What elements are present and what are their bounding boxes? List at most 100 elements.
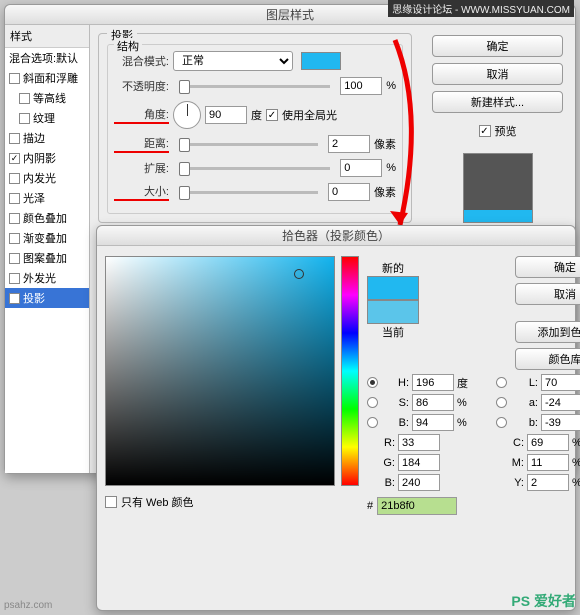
add-swatch-button[interactable]: 添加到色板 — [515, 321, 580, 343]
style-checkbox[interactable] — [9, 273, 20, 284]
color-picker-window: 拾色器（投影颜色） 只有 Web 颜色 新的 当前 确定 — [96, 225, 576, 611]
style-checkbox[interactable] — [19, 93, 30, 104]
style-item-5[interactable]: 内发光 — [5, 168, 89, 188]
a-radio[interactable] — [496, 397, 507, 408]
style-item-9[interactable]: 图案叠加 — [5, 248, 89, 268]
angle-input[interactable] — [205, 106, 247, 124]
a-input[interactable] — [541, 394, 580, 411]
picker-ok-button[interactable]: 确定 — [515, 256, 580, 278]
color-swatch[interactable] — [301, 52, 341, 70]
g-input[interactable] — [398, 454, 440, 471]
style-item-6[interactable]: 光泽 — [5, 188, 89, 208]
angle-dial[interactable] — [173, 101, 201, 129]
style-item-10[interactable]: 外发光 — [5, 268, 89, 288]
blue-input[interactable] — [398, 474, 440, 491]
style-label: 斜面和浮雕 — [23, 70, 78, 86]
watermark-bottom: PS 爱好者 — [511, 591, 576, 611]
r-input[interactable] — [398, 434, 440, 451]
bb-input[interactable] — [541, 414, 580, 431]
web-only-checkbox[interactable] — [105, 496, 117, 508]
m-input[interactable] — [527, 454, 569, 471]
preview-label: 预览 — [495, 123, 517, 139]
style-label: 描边 — [23, 130, 45, 146]
style-checkbox[interactable] — [19, 113, 30, 124]
s-input[interactable] — [412, 394, 454, 411]
opacity-slider[interactable] — [179, 85, 330, 88]
style-label: 外发光 — [23, 270, 56, 286]
pct-unit2: % — [386, 162, 396, 174]
style-item-3[interactable]: 描边 — [5, 128, 89, 148]
style-label: 等高线 — [33, 90, 66, 106]
b-input[interactable] — [412, 414, 454, 431]
style-label: 内发光 — [23, 170, 56, 186]
style-item-2[interactable]: 纹理 — [5, 108, 89, 128]
style-label: 投影 — [23, 290, 45, 306]
blend-options[interactable]: 混合选项:默认 — [5, 48, 89, 68]
style-item-7[interactable]: 颜色叠加 — [5, 208, 89, 228]
style-checkbox[interactable]: ✓ — [9, 153, 20, 164]
style-checkbox[interactable] — [9, 133, 20, 144]
global-light-label: 使用全局光 — [282, 107, 337, 123]
color-lib-button[interactable]: 颜色库 — [515, 348, 580, 370]
blend-mode-label: 混合模式: — [114, 53, 169, 69]
spread-slider[interactable] — [179, 167, 330, 170]
new-style-button[interactable]: 新建样式... — [432, 91, 563, 113]
new-color-swatch — [367, 276, 419, 300]
l-radio[interactable] — [496, 377, 507, 388]
preview-checkbox[interactable]: ✓ — [479, 125, 491, 137]
style-checkbox[interactable] — [9, 173, 20, 184]
sv-marker — [294, 269, 304, 279]
opacity-label: 不透明度: — [114, 78, 169, 94]
angle-label: 角度: — [114, 106, 169, 124]
saturation-value-area[interactable] — [105, 256, 335, 486]
pct-unit: % — [386, 80, 396, 92]
c-input[interactable] — [527, 434, 569, 451]
s-radio[interactable] — [367, 397, 378, 408]
size-slider[interactable] — [179, 191, 318, 194]
style-label: 内阴影 — [23, 150, 56, 166]
new-label: 新的 — [382, 260, 404, 276]
px-unit: 像素 — [374, 136, 396, 152]
distance-slider[interactable] — [179, 143, 318, 146]
style-item-4[interactable]: ✓内阴影 — [5, 148, 89, 168]
style-item-0[interactable]: 斜面和浮雕 — [5, 68, 89, 88]
l-input[interactable] — [541, 374, 580, 391]
h-radio[interactable] — [367, 377, 378, 388]
style-checkbox[interactable] — [9, 73, 20, 84]
style-label: 光泽 — [23, 190, 45, 206]
y-input[interactable] — [527, 474, 569, 491]
style-label: 颜色叠加 — [23, 210, 67, 226]
distance-label: 距离: — [114, 135, 169, 153]
style-item-8[interactable]: 渐变叠加 — [5, 228, 89, 248]
hue-slider[interactable] — [341, 256, 359, 486]
style-checkbox[interactable] — [9, 253, 20, 264]
hash-label: # — [367, 500, 373, 512]
h-input[interactable] — [412, 374, 454, 391]
style-checkbox[interactable] — [9, 213, 20, 224]
style-label: 渐变叠加 — [23, 230, 67, 246]
global-light-checkbox[interactable]: ✓ — [266, 109, 278, 121]
b-radio[interactable] — [367, 417, 378, 428]
spread-input[interactable] — [340, 159, 382, 177]
style-checkbox[interactable]: ✓ — [9, 293, 20, 304]
opacity-input[interactable] — [340, 77, 382, 95]
watermark-bottom-left: psahz.com — [4, 600, 52, 611]
style-checkbox[interactable] — [9, 233, 20, 244]
style-label: 纹理 — [33, 110, 55, 126]
picker-cancel-button[interactable]: 取消 — [515, 283, 580, 305]
ok-button[interactable]: 确定 — [432, 35, 563, 57]
blend-mode-select[interactable]: 正常 — [173, 51, 293, 71]
style-item-1[interactable]: 等高线 — [5, 88, 89, 108]
styles-list: 样式 混合选项:默认 斜面和浮雕等高线纹理描边✓内阴影内发光光泽颜色叠加渐变叠加… — [5, 25, 90, 473]
watermark-top: 思缘设计论坛 - WWW.MISSYUAN.COM — [388, 0, 574, 17]
size-input[interactable] — [328, 183, 370, 201]
style-item-11[interactable]: ✓投影 — [5, 288, 89, 308]
px-unit2: 像素 — [374, 184, 396, 200]
style-checkbox[interactable] — [9, 193, 20, 204]
bb-radio[interactable] — [496, 417, 507, 428]
current-color-swatch — [367, 300, 419, 324]
hex-input[interactable] — [377, 497, 457, 515]
cancel-button[interactable]: 取消 — [432, 63, 563, 85]
distance-input[interactable] — [328, 135, 370, 153]
size-label: 大小: — [114, 183, 169, 201]
